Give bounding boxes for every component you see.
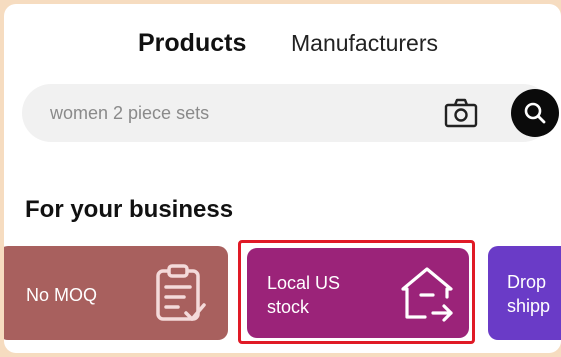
tab-manufacturers[interactable]: Manufacturers [291, 26, 438, 60]
card-label: No MOQ [26, 285, 98, 305]
section-title: For your business [25, 196, 234, 223]
clipboard-check-icon [156, 264, 206, 321]
search-bar[interactable]: women 2 piece sets [22, 84, 559, 142]
app-frame: Products Manufacturers women 2 piece set… [4, 4, 561, 353]
search-input[interactable]: women 2 piece sets [50, 84, 209, 142]
search-icon [524, 102, 546, 124]
tab-products[interactable]: Products [138, 26, 246, 60]
card-no-moq[interactable]: No MOQ [4, 246, 228, 340]
card-drop-shipping[interactable]: Drop shipp [488, 246, 561, 340]
camera-icon[interactable] [444, 98, 478, 128]
search-button[interactable] [511, 89, 559, 137]
card-label: Drop shipp [507, 272, 551, 316]
selection-highlight [238, 240, 475, 344]
